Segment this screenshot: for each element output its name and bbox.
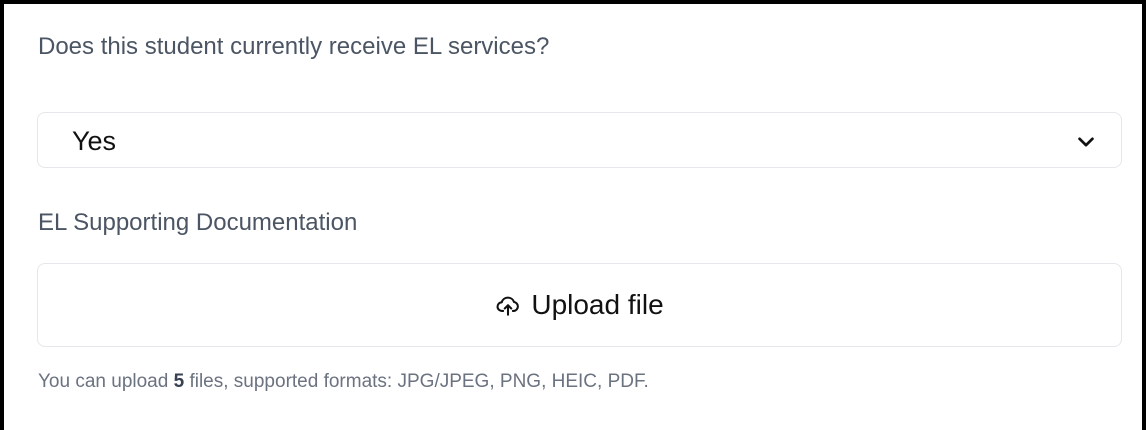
upload-hint-suffix: files, supported formats: JPG/JPEG, PNG,… (184, 371, 649, 392)
upload-hint: You can upload 5 files, supported format… (38, 372, 649, 391)
el-documentation-label: EL Supporting Documentation (38, 209, 358, 236)
upload-hint-count: 5 (173, 371, 185, 392)
el-services-question-label: Does this student currently receive EL s… (38, 33, 550, 60)
chevron-down-icon (1078, 137, 1094, 147)
el-services-selected-value: Yes (72, 126, 117, 156)
upload-file-button[interactable]: Upload file (37, 263, 1122, 347)
cloud-upload-icon (496, 296, 520, 316)
upload-button-label: Upload file (531, 289, 664, 320)
upload-button-content: Upload file (495, 289, 664, 320)
upload-hint-prefix: You can upload (38, 371, 174, 392)
el-services-select[interactable]: Yes (37, 112, 1122, 168)
